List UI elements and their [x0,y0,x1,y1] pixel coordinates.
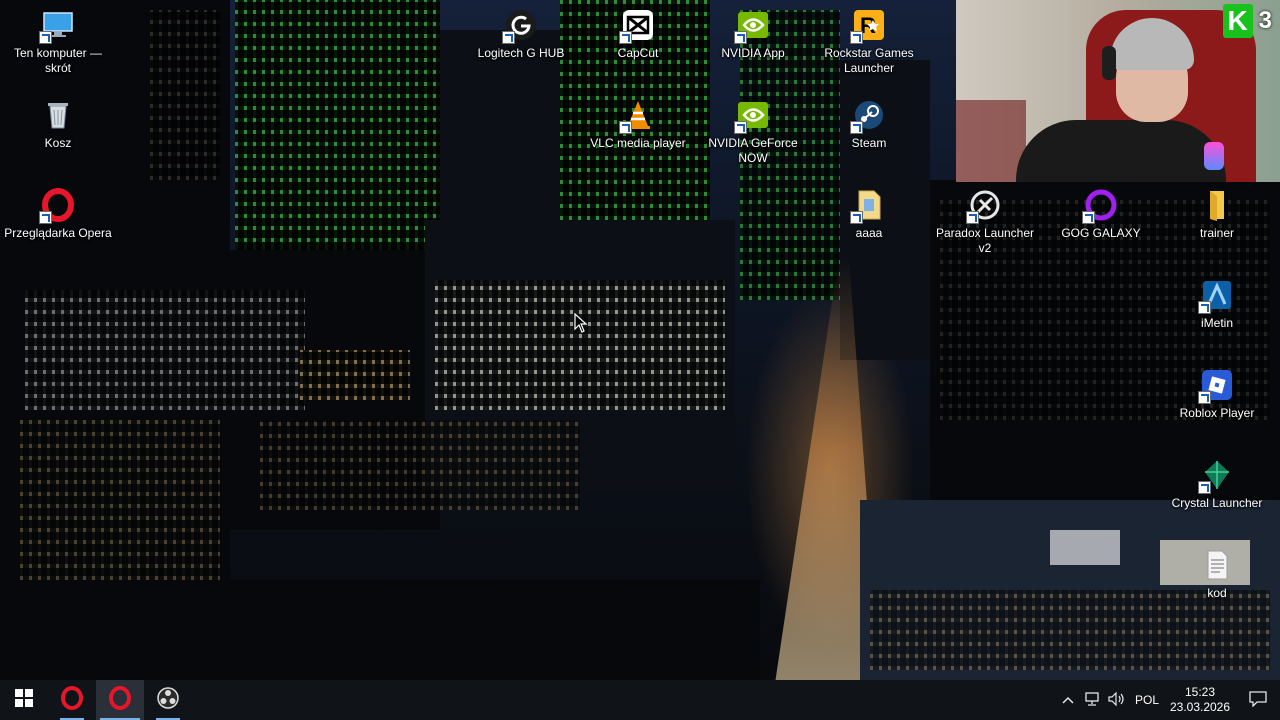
desktop-icon-label: Paradox Launcher v2 [935,226,1035,255]
network-button[interactable] [1080,680,1104,720]
paradox-icon [966,188,1002,224]
taskbar: POL 15:23 23.03.2026 [0,680,1280,720]
opera-icon [39,188,75,224]
desktop-icon-roblox[interactable]: Roblox Player [1162,368,1272,421]
desktop-icon-label: VLC media player [590,136,686,150]
folder-icon [1200,188,1234,222]
desktop-icon-aaaa[interactable]: aaaa [814,188,924,241]
wallpaper-building [150,10,220,180]
badge-number: 3 [1258,7,1272,34]
webcam-object [956,100,1026,182]
language-indicator[interactable]: POL [1130,680,1164,720]
opera-icon [108,685,132,715]
network-icon [1084,691,1100,709]
desktop-icon-paradox-launcher[interactable]: Paradox Launcher v2 [930,188,1040,256]
gog-galaxy-icon [1082,188,1118,224]
action-center-button[interactable] [1236,680,1280,720]
wallpaper-building [870,590,1270,670]
capcut-icon [619,8,655,44]
obs-icon [156,686,180,715]
desktop-icon-label: Kosz [44,136,72,150]
taskbar-opera-button[interactable] [48,680,96,720]
taskbar-obs-button[interactable] [144,680,192,720]
wallpaper-building [235,0,440,290]
desktop-icon-label: Rockstar Games Launcher [824,46,914,75]
logitech-ghub-icon [502,8,538,44]
webcam-person-body [1016,120,1226,182]
desktop-icon-label: Logitech G HUB [477,46,565,60]
desktop-icon-capcut[interactable]: CapCut [583,8,693,61]
chevron-up-icon [1062,693,1074,707]
desktop-icon-gog-galaxy[interactable]: GOG GALAXY [1046,188,1156,241]
desktop-icon-label: Roblox Player [1179,406,1255,420]
taskbar-opera-active-button[interactable] [96,680,144,720]
recycle-bin-icon [41,98,75,132]
desktop-icon-label: NVIDIA App [721,46,785,60]
wallpaper-building [0,580,760,680]
desktop-icon-label: Ten komputer — skrót [13,46,103,75]
wallpaper-building [20,420,220,580]
mouse-cursor-icon [574,312,588,338]
desktop-icon-crystal-launcher[interactable]: Crystal Launcher [1162,458,1272,511]
wallpaper-building [435,280,725,410]
desktop-icon-label: Przeglądarka Opera [4,226,112,240]
notification-icon [1249,690,1267,710]
wallpaper-building [25,290,305,410]
desktop-icon-label: trainer [1199,226,1234,240]
desktop-icon-label: aaaa [855,226,883,240]
nvidia-icon [734,8,770,44]
text-file-icon [1200,548,1234,582]
desktop-wallpaper[interactable]: Ten komputer — skrót Kosz Przeglądarka O… [0,0,1280,680]
desktop-icon-geforce-now[interactable]: NVIDIA GeForce NOW [698,98,808,166]
desktop-icon-label: kod [1207,586,1227,600]
steam-icon [850,98,886,134]
desktop-icon-label: iMetin [1200,316,1233,330]
desktop-icon-logitech-ghub[interactable]: Logitech G HUB [466,8,576,61]
desktop-icon-opera[interactable]: Przeglądarka Opera [3,188,113,241]
desktop-icon-rockstar[interactable]: R Rockstar Games Launcher [814,8,924,76]
desktop-icon-label: NVIDIA GeForce NOW [708,136,798,165]
this-pc-icon [39,8,75,44]
desktop-icon-this-pc[interactable]: Ten komputer — skrót [3,8,113,76]
desktop-icon-trainer[interactable]: trainer [1162,188,1272,241]
vlc-icon [619,98,655,134]
desktop-icon-label: Steam [851,136,887,150]
desktop-icon-recycle-bin[interactable]: Kosz [3,98,113,151]
file-icon [850,188,886,224]
wallpaper-building [260,420,580,510]
desktop-icon-label: Crystal Launcher [1171,496,1263,510]
desktop-icon-nvidia-app[interactable]: NVIDIA App [698,8,808,61]
speaker-icon [1108,691,1126,709]
imetin-icon [1198,278,1234,314]
windows-start-icon [15,688,33,712]
opera-icon [60,685,84,715]
webcam-rgb-light [1204,142,1224,170]
desktop-icon-label: CapCut [617,46,659,60]
rockstar-icon: R [850,8,886,44]
show-hidden-icons-button[interactable] [1056,680,1080,720]
volume-button[interactable] [1104,680,1130,720]
wallpaper-building [1050,530,1120,565]
desktop-icon-imetin[interactable]: iMetin [1162,278,1272,331]
clock[interactable]: 15:23 23.03.2026 [1164,680,1236,720]
crystal-launcher-icon [1198,458,1234,494]
badge-k: K [1222,4,1253,38]
clock-time: 15:23 [1184,685,1216,699]
clock-date: 23.03.2026 [1169,700,1231,714]
roblox-icon [1198,368,1234,404]
nvidia-icon [734,98,770,134]
desktop-icon-vlc[interactable]: VLC media player [583,98,693,151]
wallpaper-building [300,350,410,400]
system-tray: POL 15:23 23.03.2026 [1056,680,1280,720]
desktop-icon-kod[interactable]: kod [1162,548,1272,601]
start-button[interactable] [0,680,48,720]
desktop-icon-steam[interactable]: Steam [814,98,924,151]
headphones-icon [1102,46,1116,80]
stream-badge: K 3 [1222,4,1272,38]
desktop-icon-label: GOG GALAXY [1061,226,1141,240]
webcam-overlay: K 3 [956,0,1280,182]
